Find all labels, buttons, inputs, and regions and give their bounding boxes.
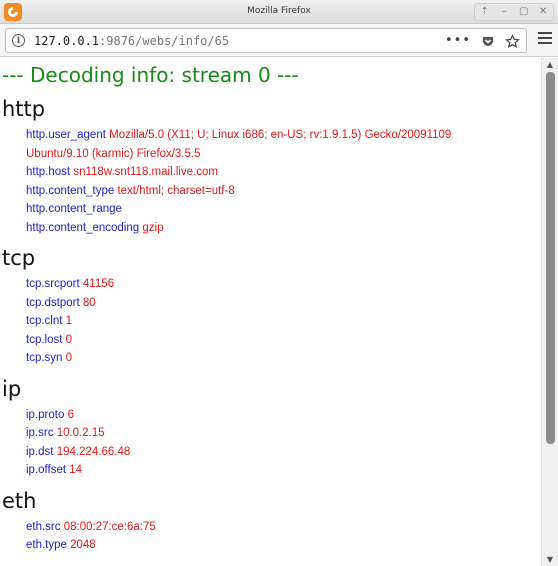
entry-key: http.content_type xyxy=(26,184,115,197)
site-info-icon[interactable]: i xyxy=(12,34,25,47)
section-entries-eth: eth.src 08:00:27:ce:6a:75 eth.type 2048 xyxy=(2,518,541,555)
entry-value: 80 xyxy=(82,296,96,309)
restore-up-button[interactable]: ⇡ xyxy=(478,6,492,18)
entry-value: 0 xyxy=(65,333,73,346)
info-entry: http.content_encoding gzip xyxy=(26,219,516,238)
entry-key: http.content_encoding xyxy=(26,221,140,234)
entry-key: http.host xyxy=(26,166,71,178)
info-entry: http.user_agent Mozilla/5.0 (X11; U; Lin… xyxy=(26,126,516,163)
close-button[interactable]: ✕ xyxy=(536,6,550,18)
entry-key: tcp.syn xyxy=(26,352,63,364)
entry-key: http.user_agent xyxy=(26,129,106,141)
menu-hamburger-icon[interactable] xyxy=(538,32,552,46)
info-entry: ip.dst 194.224.66.48 xyxy=(26,443,516,462)
info-entry: tcp.lost 0 xyxy=(26,331,516,350)
navigation-bar: i 127.0.0.1:9876/webs/info/65 ••• xyxy=(0,24,558,57)
url-bar[interactable]: i 127.0.0.1:9876/webs/info/65 ••• xyxy=(5,28,527,53)
url-text[interactable]: 127.0.0.1:9876/webs/info/65 xyxy=(34,34,229,48)
info-entry: tcp.dstport 80 xyxy=(26,294,516,313)
entry-value: gzip xyxy=(142,221,164,234)
entry-key: ip.dst xyxy=(26,445,54,458)
url-path: :9876/webs/info/65 xyxy=(99,34,230,48)
info-entry: tcp.srcport 41156 xyxy=(26,275,516,294)
scroll-up-arrow-icon[interactable]: ▲ xyxy=(542,58,558,71)
scroll-thumb[interactable] xyxy=(546,72,555,444)
entry-value: 41156 xyxy=(82,278,115,290)
sections-container: http http.user_agent Mozilla/5.0 (X11; U;… xyxy=(2,96,541,555)
page-actions-icon[interactable]: ••• xyxy=(445,34,471,47)
bookmark-star-icon[interactable] xyxy=(505,33,520,49)
entry-key: ip.src xyxy=(26,427,54,439)
info-entry: ip.offset 14 xyxy=(26,461,516,480)
entry-value: 194.224.66.48 xyxy=(56,445,131,458)
info-entry: http.content_range xyxy=(26,200,516,219)
info-entry: tcp.syn 0 xyxy=(26,349,516,368)
section-title-ip: ip xyxy=(2,376,22,401)
scroll-down-arrow-icon[interactable]: ▼ xyxy=(542,553,558,566)
info-entry: http.content_type text/html; charset=utf… xyxy=(26,182,516,201)
section-title-tcp: tcp xyxy=(2,246,36,270)
entry-key: tcp.clnt xyxy=(26,315,63,327)
minimize-button[interactable]: – xyxy=(497,6,511,18)
entry-value: 6 xyxy=(67,408,74,421)
entry-value: 10.0.2.15 xyxy=(56,427,105,439)
url-host: 127.0.0.1 xyxy=(34,34,100,48)
entry-value: 14 xyxy=(69,464,83,476)
entry-value: 2048 xyxy=(70,539,96,551)
entry-key: ip.proto xyxy=(26,408,65,421)
pocket-icon[interactable] xyxy=(481,34,495,48)
section-title-http: http xyxy=(2,97,46,121)
entry-key: ip.offset xyxy=(26,464,67,476)
page-content: --- Decoding info: stream 0 --- http http… xyxy=(0,58,541,566)
section-entries-http: http.user_agent Mozilla/5.0 (X11; U; Lin… xyxy=(2,126,541,237)
page-heading: --- Decoding info: stream 0 --- xyxy=(2,63,299,87)
entry-value: text/html; charset=utf-8 xyxy=(117,184,235,197)
info-entry: http.host sn118w.snt118.mail.live.com xyxy=(26,163,516,182)
vertical-scrollbar[interactable]: ▲ ▼ xyxy=(541,58,558,566)
entry-key: tcp.lost xyxy=(26,333,63,346)
entry-key: tcp.dstport xyxy=(26,296,80,309)
entry-key: tcp.srcport xyxy=(26,278,80,290)
info-entry: eth.type 2048 xyxy=(26,536,516,555)
window-controls: ⇡ – ▢ ✕ xyxy=(474,3,554,21)
entry-key: eth.type xyxy=(26,539,67,551)
entry-value: 08:00:27:ce:6a:75 xyxy=(63,520,156,533)
title-bar: Mozilla Firefox ⇡ – ▢ ✕ xyxy=(0,0,558,24)
entry-key: eth.src xyxy=(26,520,61,533)
info-entry: ip.proto 6 xyxy=(26,406,516,425)
section-entries-tcp: tcp.srcport 41156 tcp.dstport 80 tcp.clnt … xyxy=(2,275,541,368)
url-actions: ••• xyxy=(445,32,520,50)
entry-value: sn118w.snt118.mail.live.com xyxy=(73,166,218,178)
info-entry: eth.src 08:00:27:ce:6a:75 xyxy=(26,518,516,537)
section-entries-ip: ip.proto 6 ip.src 10.0.2.15 ip.dst 194.224… xyxy=(2,406,541,480)
entry-value: 1 xyxy=(65,315,73,327)
entry-value: 0 xyxy=(65,352,73,364)
entry-key: http.content_range xyxy=(26,203,122,215)
section-title-eth: eth xyxy=(2,488,37,513)
info-entry: ip.src 10.0.2.15 xyxy=(26,424,516,443)
info-entry: tcp.clnt 1 xyxy=(26,312,516,331)
maximize-button[interactable]: ▢ xyxy=(517,6,531,18)
